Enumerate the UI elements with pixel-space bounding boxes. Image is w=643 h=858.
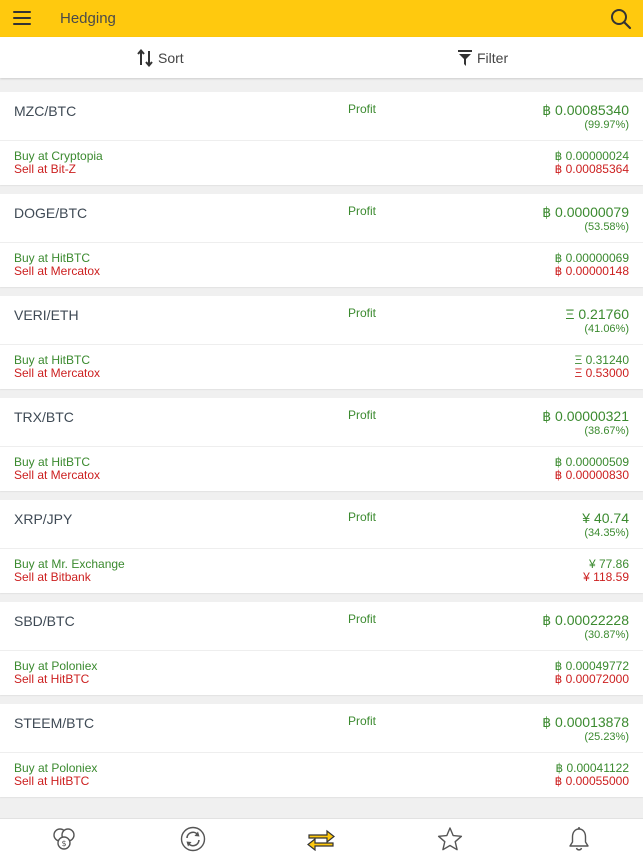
pair-label: XRP/JPY (14, 511, 73, 527)
nav-coins[interactable]: $ (0, 819, 129, 858)
nav-hedging[interactable] (257, 819, 386, 858)
sell-price: Ξ 0.53000 (574, 366, 629, 380)
profit-value: ฿ 0.00000079 (542, 204, 629, 220)
buy-exchange: Buy at Cryptopia (14, 149, 103, 163)
divider (0, 752, 643, 753)
sell-price: ฿ 0.00000830 (554, 468, 629, 482)
pair-label: DOGE/BTC (14, 205, 88, 221)
sell-exchange: Sell at Mercatox (14, 468, 101, 482)
profit-value: ฿ 0.00013878 (542, 714, 629, 730)
pair-label: VERI/ETH (14, 307, 79, 323)
profit-label: Profit (348, 612, 377, 626)
list-item[interactable]: DOGE/BTC Profit ฿ 0.00000079 (53.58%) Bu… (0, 194, 643, 287)
buy-exchange: Buy at HitBTC (14, 251, 91, 265)
profit-label: Profit (348, 306, 377, 320)
profit-percent: (41.06%) (584, 323, 629, 335)
sell-exchange: Sell at HitBTC (14, 774, 90, 788)
buy-price: ฿ 0.00000069 (554, 251, 629, 265)
filter-label: Filter (477, 49, 509, 66)
sell-price: ฿ 0.00085364 (554, 162, 629, 176)
divider (0, 446, 643, 447)
profit-percent: (38.67%) (584, 425, 629, 437)
divider (0, 140, 643, 141)
buy-price: Ξ 0.31240 (574, 353, 629, 367)
toolbar: Sort Filter (0, 37, 643, 78)
sell-price: ¥ 118.59 (583, 570, 629, 584)
sell-exchange: Sell at Bitbank (14, 570, 91, 584)
sell-price: ฿ 0.00055000 (554, 774, 629, 788)
buy-price: ฿ 0.00000509 (554, 455, 629, 469)
sort-button[interactable]: Sort (137, 37, 184, 78)
profit-value: ฿ 0.00022228 (542, 612, 629, 628)
buy-price: ฿ 0.00041122 (555, 761, 629, 775)
filter-button[interactable]: Filter (458, 37, 508, 78)
profit-label: Profit (348, 102, 377, 116)
sort-label: Sort (158, 49, 184, 66)
app-bar: Hedging (0, 0, 643, 37)
opportunity-list: MZC/BTC Profit ฿ 0.00085340 (99.97%) Buy… (0, 92, 643, 806)
sell-exchange: Sell at HitBTC (14, 672, 90, 686)
divider (0, 548, 643, 549)
buy-exchange: Buy at HitBTC (14, 455, 91, 469)
buy-exchange: Buy at Poloniex (14, 659, 98, 673)
profit-label: Profit (348, 714, 377, 728)
profit-value: ฿ 0.00000321 (542, 408, 629, 424)
buy-exchange: Buy at Mr. Exchange (14, 557, 125, 571)
list-item[interactable]: SBD/BTC Profit ฿ 0.00022228 (30.87%) Buy… (0, 602, 643, 695)
profit-label: Profit (348, 204, 377, 218)
pair-label: SBD/BTC (14, 613, 75, 629)
profit-percent: (30.87%) (584, 629, 629, 641)
list-item[interactable]: XRP/JPY Profit ¥ 40.74 (34.35%) Buy at M… (0, 500, 643, 593)
pair-label: TRX/BTC (14, 409, 74, 425)
nav-refresh[interactable] (129, 819, 258, 858)
sort-icon (137, 48, 153, 67)
sell-price: ฿ 0.00072000 (554, 672, 629, 686)
star-icon (437, 826, 463, 850)
profit-percent: (53.58%) (584, 221, 629, 233)
nav-alerts[interactable] (514, 819, 643, 858)
search-icon[interactable] (609, 7, 633, 31)
coins-icon: $ (53, 827, 75, 850)
refresh-icon (180, 826, 206, 851)
bell-icon (568, 826, 589, 851)
list-item[interactable]: STEEM/BTC Profit ฿ 0.00013878 (25.23%) B… (0, 704, 643, 797)
sell-exchange: Sell at Mercatox (14, 264, 101, 278)
bottom-nav: $ (0, 818, 643, 858)
profit-value: Ξ 0.21760 (565, 306, 629, 322)
buy-exchange: Buy at HitBTC (14, 353, 91, 367)
sell-exchange: Sell at Bit-Z (14, 162, 77, 176)
list-item[interactable]: MZC/BTC Profit ฿ 0.00085340 (99.97%) Buy… (0, 92, 643, 185)
profit-percent: (25.23%) (584, 731, 629, 743)
profit-percent: (99.97%) (584, 119, 629, 131)
exchange-arrows-icon (307, 829, 336, 851)
buy-exchange: Buy at Poloniex (14, 761, 98, 775)
list-item[interactable]: TRX/BTC Profit ฿ 0.00000321 (38.67%) Buy… (0, 398, 643, 491)
profit-label: Profit (348, 510, 377, 524)
nav-favorites[interactable] (386, 819, 515, 858)
profit-value: ฿ 0.00085340 (542, 102, 629, 118)
buy-price: ฿ 0.00049772 (554, 659, 629, 673)
svg-text:$: $ (62, 839, 67, 848)
pair-label: STEEM/BTC (14, 715, 95, 731)
sell-price: ฿ 0.00000148 (554, 264, 629, 278)
page-title: Hedging (60, 10, 116, 27)
pair-label: MZC/BTC (14, 103, 77, 119)
buy-price: ฿ 0.00000024 (554, 149, 629, 163)
divider (0, 344, 643, 345)
list-item[interactable]: VERI/ETH Profit Ξ 0.21760 (41.06%) Buy a… (0, 296, 643, 389)
divider (0, 650, 643, 651)
sell-exchange: Sell at Mercatox (14, 366, 101, 380)
buy-price: ¥ 77.86 (588, 557, 629, 571)
profit-label: Profit (348, 408, 377, 422)
profit-percent: (34.35%) (584, 527, 629, 539)
filter-icon (458, 49, 472, 66)
menu-icon[interactable] (13, 11, 31, 25)
profit-value: ¥ 40.74 (582, 510, 629, 526)
divider (0, 242, 643, 243)
